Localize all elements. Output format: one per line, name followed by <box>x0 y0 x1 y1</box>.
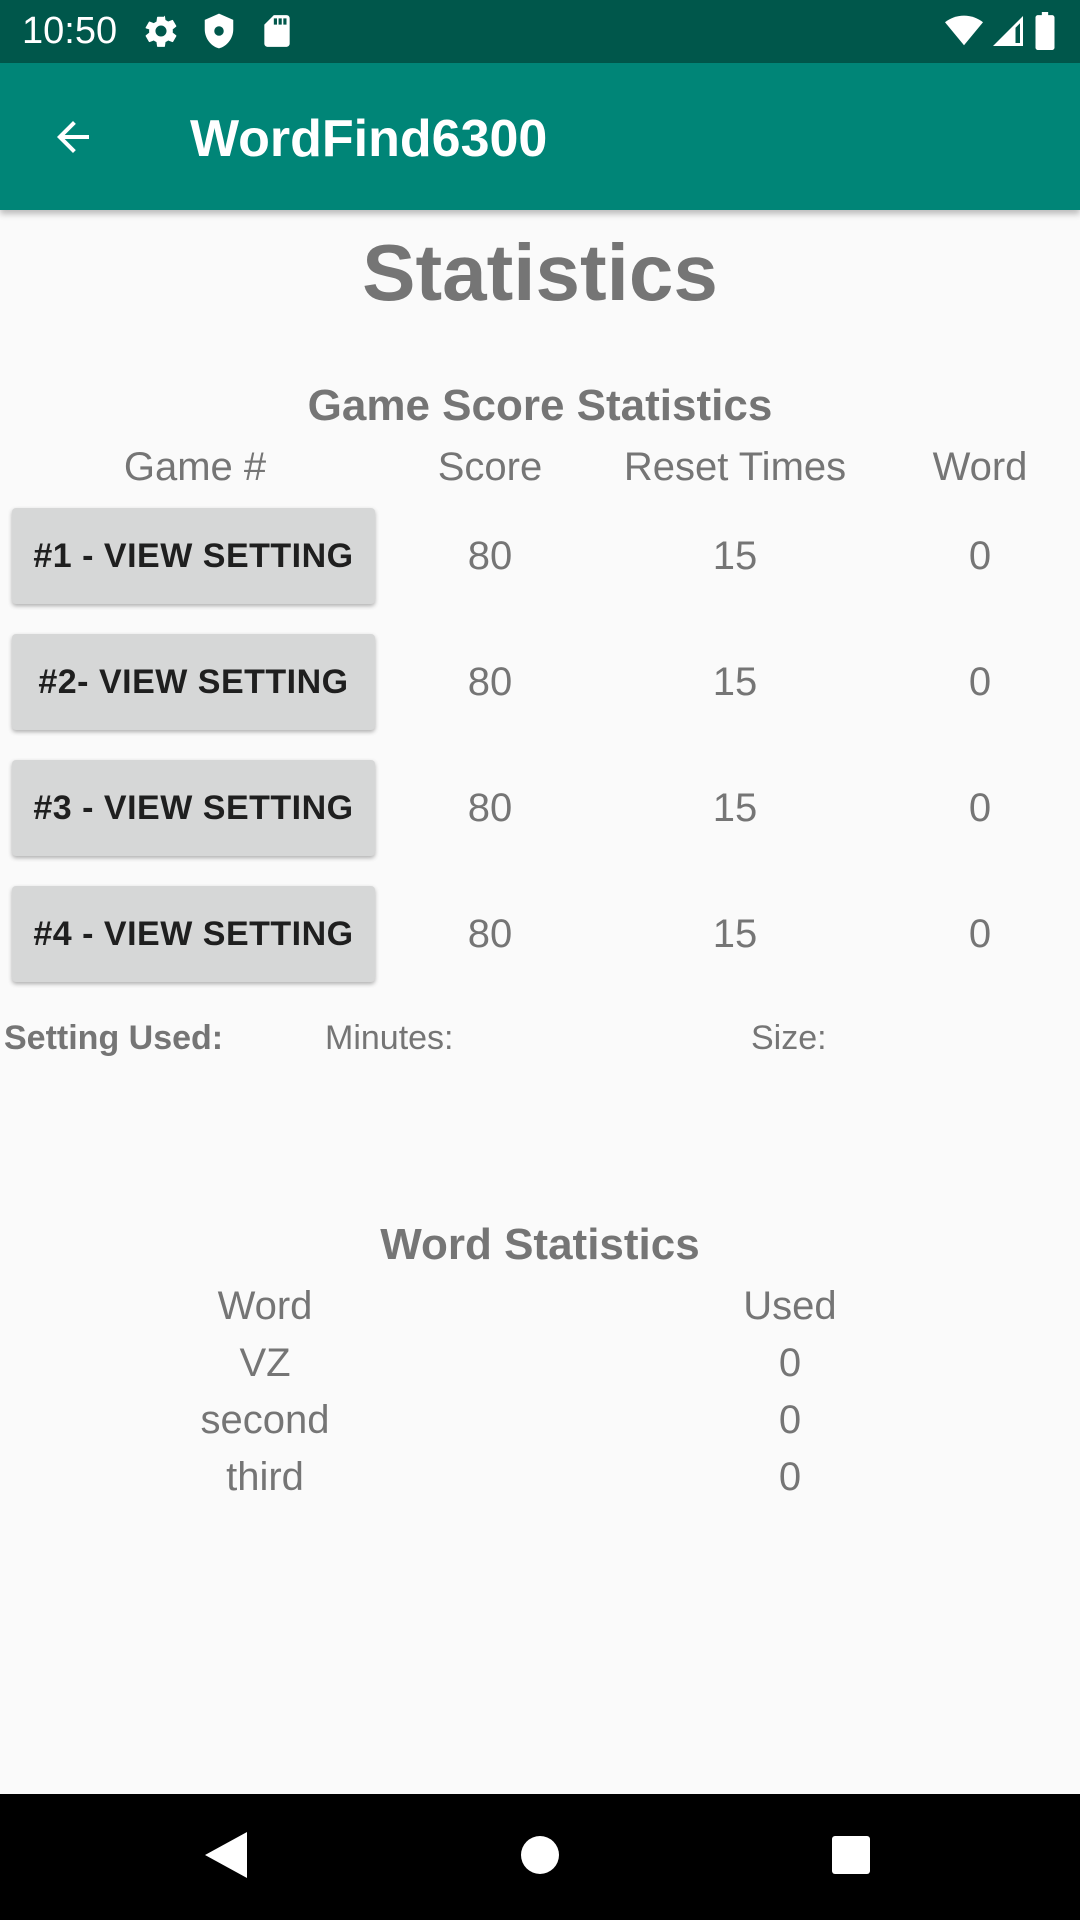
app-title: WordFind6300 <box>190 110 548 168</box>
shield-icon <box>200 12 238 55</box>
system-nav-bar <box>0 1794 1080 1920</box>
nav-recents-button[interactable] <box>811 1817 891 1897</box>
app-bar: WordFind6300 <box>0 63 1080 210</box>
back-triangle-icon <box>203 1830 249 1885</box>
used-stat-cell: 0 <box>778 1341 802 1385</box>
signal-icon <box>990 12 1026 55</box>
view-setting-button-3[interactable]: #3 - VIEW SETTING <box>12 760 375 856</box>
nav-home-button[interactable] <box>500 1817 580 1897</box>
status-time: 10:50 <box>22 10 118 52</box>
word-stat-cell: VZ <box>239 1341 291 1385</box>
word-stat-cell: third <box>226 1455 304 1499</box>
header-word: Word <box>932 445 1028 489</box>
view-setting-button-1[interactable]: #1 - VIEW SETTING <box>12 508 375 604</box>
nav-back-button[interactable] <box>186 1817 266 1897</box>
home-circle-icon <box>520 1835 560 1880</box>
back-button[interactable] <box>36 102 110 176</box>
wifi-icon <box>944 12 984 55</box>
word-cell: 0 <box>968 534 992 578</box>
arrow-back-icon <box>49 113 97 166</box>
score-cell: 80 <box>467 786 513 830</box>
view-setting-button-2[interactable]: #2- VIEW SETTING <box>12 634 375 730</box>
word-stats-title: Word Statistics <box>380 1220 700 1269</box>
header-score: Score <box>437 445 543 489</box>
status-bar: 10:50 <box>0 0 1080 63</box>
reset-cell: 15 <box>712 912 758 956</box>
reset-cell: 15 <box>712 786 758 830</box>
score-cell: 80 <box>467 534 513 578</box>
setting-used-label: Setting Used: <box>4 1019 224 1057</box>
reset-cell: 15 <box>712 534 758 578</box>
header-word-stat: Word <box>217 1284 313 1328</box>
word-cell: 0 <box>968 912 992 956</box>
recents-square-icon <box>831 1835 871 1880</box>
score-cell: 80 <box>467 912 513 956</box>
reset-cell: 15 <box>712 660 758 704</box>
minutes-label: Minutes: <box>325 1019 454 1057</box>
gear-icon <box>142 12 180 55</box>
score-cell: 80 <box>467 660 513 704</box>
game-score-title: Game Score Statistics <box>307 381 773 430</box>
word-stat-cell: second <box>200 1398 330 1442</box>
word-cell: 0 <box>968 660 992 704</box>
word-cell: 0 <box>968 786 992 830</box>
used-stat-cell: 0 <box>778 1455 802 1499</box>
used-stat-cell: 0 <box>778 1398 802 1442</box>
header-used: Used <box>743 1284 837 1328</box>
header-game: Game # <box>123 445 267 489</box>
view-setting-button-4[interactable]: #4 - VIEW SETTING <box>12 886 375 982</box>
size-label: Size: <box>751 1019 827 1057</box>
page-title: Statistics <box>362 228 718 317</box>
sd-card-icon <box>258 12 296 55</box>
header-reset-times: Reset Times <box>623 445 847 489</box>
battery-icon <box>1034 12 1056 55</box>
